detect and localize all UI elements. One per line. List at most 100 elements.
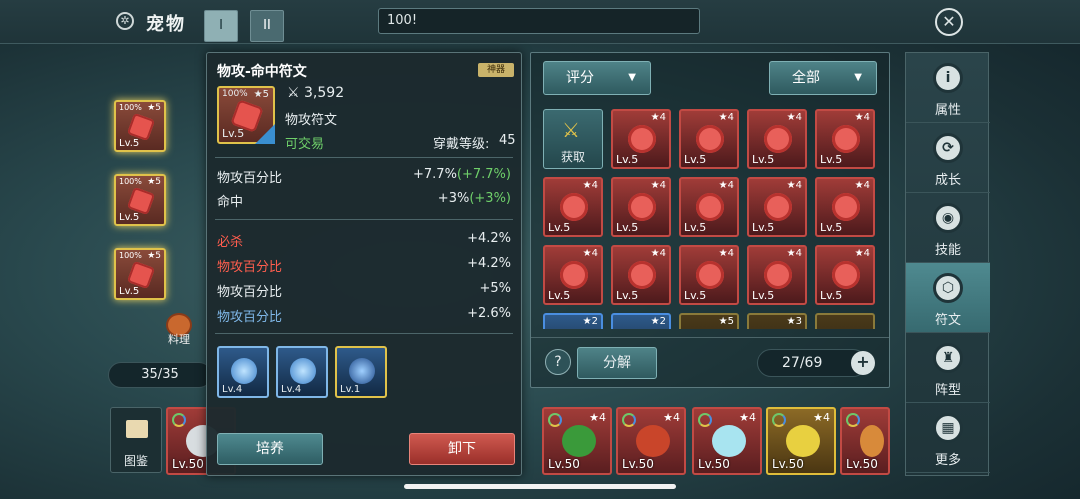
home-indicator — [404, 484, 676, 489]
pet-portrait — [860, 425, 884, 457]
sidebar-item[interactable]: ♜ 阵型 — [906, 333, 990, 403]
rune-icon: 100% ★5 Lv.5 — [217, 86, 275, 144]
pet-gear-icon: ✲ — [116, 12, 134, 30]
rune-gem-icon — [764, 261, 792, 289]
equipped-flag-icon — [255, 124, 275, 144]
rune-cell[interactable]: ★4 Lv.5 — [679, 109, 739, 169]
rune-cell[interactable]: ★4 Lv.5 — [611, 245, 671, 305]
equipped-rune-slot[interactable]: 100% ★5 Lv.5 — [114, 174, 166, 226]
rune-cell[interactable]: ★4 Lv.5 — [747, 109, 807, 169]
page-title: 宠物 — [146, 14, 186, 35]
rune-cell[interactable]: ★4 Lv.5 — [747, 245, 807, 305]
element-ring-icon — [772, 413, 786, 427]
rune-detail-popup: 物攻-命中符文 神器 100% ★5 Lv.5 ⚔ 3,592 物攻符文 可交易 … — [206, 52, 522, 476]
pet-card[interactable]: ★4 Lv.50 — [542, 407, 612, 475]
rune-inventory-panel: 评分 ▼ 全部 ▼ ⚔ 获取 ★4 Lv.5 ★4 Lv.5 ★4 Lv.5 ★4 Lv.5 ★4 Lv… — [530, 52, 890, 388]
sub-stat-name: 物攻百分比 — [217, 285, 283, 300]
skill-icon — [231, 358, 257, 384]
rune-cell[interactable]: ★4 Lv.5 — [815, 109, 875, 169]
chevron-down-icon: ▼ — [628, 72, 636, 83]
sidebar-icon: i — [933, 63, 963, 93]
skill-slot[interactable]: Lv.1 — [335, 346, 387, 398]
equipped-rune-slot-selected[interactable]: 100% ★5 Lv.5 — [114, 248, 166, 300]
element-ring-icon — [846, 413, 860, 427]
rune-title: 物攻-命中符文 — [217, 64, 307, 80]
rune-cell[interactable]: ★2 — [611, 313, 671, 329]
skill-slot[interactable]: Lv.4 — [276, 346, 328, 398]
rune-gem-icon — [696, 193, 724, 221]
rune-cell[interactable]: ★4 Lv.5 — [679, 245, 739, 305]
equip-level-value: 45 — [499, 133, 516, 148]
tab-two[interactable]: II — [250, 10, 284, 42]
pet-portrait — [562, 425, 596, 457]
sidebar-item[interactable]: ⬡ 符文 — [906, 263, 990, 333]
rune-gem-icon — [628, 261, 656, 289]
sub-stat-name: 必杀 — [217, 235, 244, 250]
rune-cell[interactable]: ★4 Lv.5 — [679, 177, 739, 237]
acquire-button[interactable]: ⚔ 获取 — [543, 109, 603, 169]
rune-grid: ⚔ 获取 ★4 Lv.5 ★4 Lv.5 ★4 Lv.5 ★4 Lv.5 ★4 Lv.5 ★4 Lv.5… — [543, 109, 879, 329]
pet-card[interactable]: Lv.50 — [840, 407, 890, 475]
equipped-rune-slot[interactable]: 100% ★5 Lv.5 — [114, 100, 166, 152]
rune-gem-icon — [628, 193, 656, 221]
sidebar-icon: ◉ — [933, 203, 963, 233]
close-button[interactable]: ✕ — [935, 8, 963, 36]
rune-gem-icon — [764, 125, 792, 153]
sidebar-icon: ⟳ — [933, 133, 963, 163]
sidebar-item[interactable]: ▦ 更多 — [906, 403, 990, 473]
pet-portrait — [636, 425, 670, 457]
main-stat-name: 物攻百分比 — [217, 171, 283, 186]
rune-gem-icon — [126, 260, 156, 290]
sidebar-icon: ♜ — [933, 343, 963, 373]
sub-stat-value: +5% — [479, 281, 511, 296]
skill-slot[interactable]: Lv.4 — [217, 346, 269, 398]
rune-cell[interactable]: ★5 — [679, 313, 739, 329]
tradable-label: 可交易 — [285, 137, 325, 152]
skill-icon — [290, 358, 316, 384]
sub-stat-value: +4.2% — [467, 231, 511, 246]
element-ring-icon — [172, 413, 186, 427]
equip-level-label: 穿戴等级: — [433, 137, 490, 152]
main-stat-value: +3%(+3%) — [437, 191, 511, 206]
pet-card[interactable]: ★4 Lv.50 — [692, 407, 762, 475]
rune-cell[interactable]: ★4 Lv.5 — [815, 177, 875, 237]
filter-dropdown[interactable]: 全部 ▼ — [769, 61, 877, 95]
sidebar-icon: ⬡ — [933, 273, 963, 303]
rune-cell[interactable]: ★4 Lv.5 — [747, 177, 807, 237]
tab-one[interactable]: I — [204, 10, 238, 42]
rune-cell[interactable]: ★3 — [747, 313, 807, 329]
rune-cell[interactable]: ★4 Lv.5 — [611, 109, 671, 169]
cultivate-button[interactable]: 培养 — [217, 433, 323, 465]
pet-card[interactable]: ★4 Lv.50 — [766, 407, 836, 475]
help-button[interactable]: ? — [545, 349, 571, 375]
sort-dropdown[interactable]: 评分 ▼ — [543, 61, 651, 95]
atlas-button[interactable]: 图鉴 — [110, 407, 162, 473]
pet-card[interactable]: ★4 Lv.50 — [616, 407, 686, 475]
rune-cell[interactable]: ★4 Lv.5 — [543, 177, 603, 237]
rune-gem-icon — [126, 112, 156, 142]
rune-gem-icon — [560, 193, 588, 221]
sidebar-item[interactable]: ◉ 技能 — [906, 193, 990, 263]
chat-input[interactable]: 100! — [378, 8, 700, 34]
rune-cell[interactable]: ★2 — [543, 313, 603, 329]
sidebar-icon: ▦ — [933, 413, 963, 443]
unequip-button[interactable]: 卸下 — [409, 433, 515, 465]
swords-icon: ⚔ — [287, 85, 305, 101]
rune-cell[interactable]: ★4 Lv.5 — [815, 245, 875, 305]
rune-gem-icon — [832, 261, 860, 289]
decompose-button[interactable]: 分解 — [577, 347, 657, 379]
rune-cell[interactable]: ★4 Lv.5 — [543, 245, 603, 305]
expand-capacity-button[interactable]: + — [851, 351, 875, 375]
sidebar-item[interactable]: ⟳ 成长 — [906, 123, 990, 193]
close-icon: ✕ — [942, 12, 956, 31]
swords-icon: ⚔ — [562, 118, 580, 142]
rune-cell[interactable]: ★4 Lv.5 — [611, 177, 671, 237]
cooking-label: 料理 — [168, 333, 190, 346]
rune-gem-icon — [696, 125, 724, 153]
pet-count: 35/35 — [108, 362, 212, 388]
sidebar-item[interactable]: i 属性 — [906, 53, 990, 123]
main-stat-name: 命中 — [217, 195, 244, 210]
book-icon — [126, 420, 148, 438]
rune-cell[interactable] — [815, 313, 875, 329]
sub-stat-name: 物攻百分比 — [217, 310, 283, 325]
